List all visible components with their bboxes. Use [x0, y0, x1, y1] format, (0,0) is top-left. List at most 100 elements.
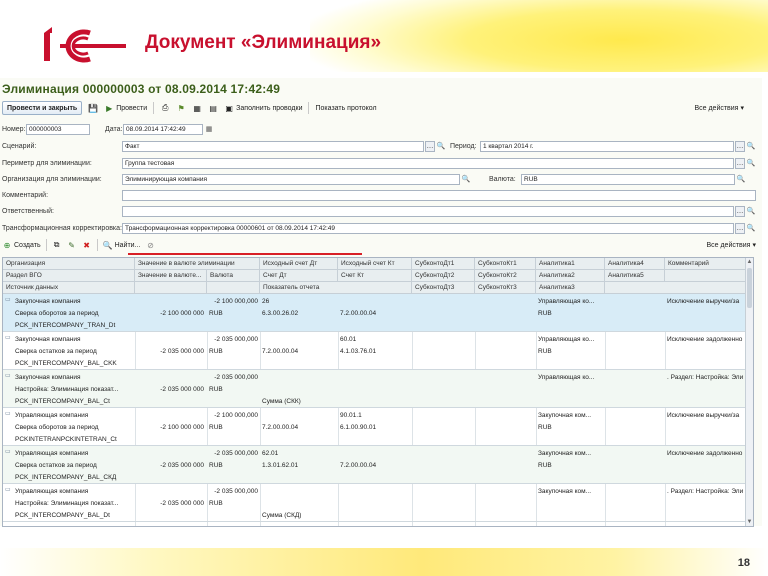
scroll-down-icon[interactable]: ▼: [746, 518, 753, 526]
table-row[interactable]: ▭ Закупочная компания Сверка оборотов за п…: [3, 294, 747, 332]
header-src-dt[interactable]: Исходный счет Дт: [260, 258, 338, 270]
org-label: Организация для элиминации:: [2, 175, 102, 183]
scroll-thumb[interactable]: [747, 268, 752, 308]
cell-src-kt: [338, 371, 412, 383]
table-row[interactable]: ▭ Управляющая компания Настройка: Элиминац…: [3, 484, 747, 522]
header-acc-dt[interactable]: Счет Дт: [260, 270, 338, 282]
cell-an3: [536, 509, 605, 521]
cell-acc-dt: [260, 497, 338, 509]
dropdown-arrow-icon: ▾: [752, 242, 756, 249]
cell-acc-dt: 7.2.00.00.04: [262, 423, 299, 431]
cancel-search-icon[interactable]: ⊘: [145, 240, 155, 250]
header-section[interactable]: Раздел ВГО: [3, 270, 135, 282]
edit-icon[interactable]: ✎: [67, 240, 77, 250]
date-field[interactable]: 08.09.2014 17:42:49: [123, 123, 203, 135]
create-button[interactable]: ⊕ Создать: [2, 240, 41, 250]
transform-select-button[interactable]: …: [735, 222, 745, 234]
dt-kt-icon[interactable]: ▦: [192, 103, 202, 113]
print-icon[interactable]: ⎙: [160, 103, 170, 113]
cell-an2: RUB: [538, 347, 552, 355]
scenario-open-icon[interactable]: 🔍: [436, 141, 446, 152]
header-subconto-dt1[interactable]: СубконтоДт1: [412, 258, 475, 270]
cell-section: Сверка остатков за период: [15, 461, 97, 469]
scenario-row: Сценарий: Факт … 🔍 Период: 1 квартал 201…: [2, 140, 756, 152]
transform-open-icon[interactable]: 🔍: [746, 223, 756, 234]
show-protocol-button[interactable]: Показать протокол: [315, 105, 376, 112]
all-actions-menu[interactable]: Все действия ▾: [694, 104, 744, 113]
cell-an1: Закупочная ком...: [538, 449, 592, 457]
fill-entries-button[interactable]: ▣ Заполнить проводки: [224, 103, 302, 113]
header-analytics1[interactable]: Аналитика1: [536, 258, 605, 270]
period-select-button[interactable]: …: [735, 140, 745, 152]
header-analytics5[interactable]: Аналитика5: [605, 270, 665, 282]
table-row[interactable]: ▭ Управляющая компания Сверка остатков за …: [3, 446, 747, 484]
transform-field[interactable]: Трансформационная корректировка 00000601…: [122, 222, 734, 234]
perimeter-field[interactable]: Группа тестовая: [122, 157, 734, 169]
header-analytics2[interactable]: Аналитика2: [536, 270, 605, 282]
copy-icon[interactable]: ⧉: [52, 240, 62, 250]
delete-icon[interactable]: ✖: [82, 240, 92, 250]
header-subconto-kt1[interactable]: СубконтоКт1: [475, 258, 536, 270]
header-value-cur[interactable]: Значение в валюте...: [135, 270, 207, 282]
window-title: Элиминация 000000003 от 08.09.2014 17:42…: [2, 82, 281, 96]
post-button[interactable]: ▶ Провести: [104, 103, 147, 113]
org-open-icon[interactable]: 🔍: [461, 174, 471, 185]
header-value-elim[interactable]: Значение в валюте элиминации: [135, 258, 260, 270]
cell-an1: Закупочная ком...: [538, 487, 592, 495]
header-subconto-dt3[interactable]: СубконтоДт3: [412, 282, 475, 294]
report-icon[interactable]: ▤: [208, 103, 218, 113]
comment-field[interactable]: [122, 189, 756, 201]
perimeter-select-button[interactable]: …: [735, 157, 745, 169]
header-subconto-dt2[interactable]: СубконтоДт2: [412, 270, 475, 282]
header-subconto-kt3[interactable]: СубконтоКт3: [475, 282, 536, 294]
header-source[interactable]: Источник данных: [3, 282, 135, 294]
perimeter-open-icon[interactable]: 🔍: [746, 158, 756, 169]
cell-comment: Исключение выручки/за: [667, 411, 740, 419]
table-scrollbar[interactable]: ▲ ▼: [745, 258, 753, 526]
responsible-select-button[interactable]: …: [735, 205, 745, 217]
post-button-label: Провести: [116, 104, 148, 112]
header-subconto-kt2[interactable]: СубконтоКт2: [475, 270, 536, 282]
find-button[interactable]: 🔍 Найти...: [103, 240, 141, 250]
header-src-kt[interactable]: Исходный счет Кт: [338, 258, 412, 270]
header-comment[interactable]: Комментарий: [665, 258, 747, 270]
number-field[interactable]: 000000003: [26, 123, 90, 135]
cell-an3: [536, 357, 605, 369]
header-organization[interactable]: Организация: [3, 258, 135, 270]
header-acc-kt[interactable]: Счет Кт: [338, 270, 412, 282]
cell-indicator: [260, 319, 410, 331]
table-row[interactable]: ▭ Управляющая компания Сверка оборотов за …: [3, 408, 747, 446]
table-row[interactable]: ▭ Закупочная компания Настройка: Элиминаци…: [3, 370, 747, 408]
period-open-icon[interactable]: 🔍: [746, 141, 756, 152]
dropdown-arrow-icon: ▾: [740, 105, 744, 112]
period-field[interactable]: 1 квартал 2014 г.: [480, 140, 734, 152]
currency-field[interactable]: RUB: [521, 173, 735, 185]
scroll-up-icon[interactable]: ▲: [746, 258, 753, 266]
header-analytics4[interactable]: Аналитика4: [605, 258, 665, 270]
header-indicator[interactable]: Показатель отчета: [260, 282, 412, 294]
currency-open-icon[interactable]: 🔍: [736, 174, 746, 185]
table-all-actions-menu[interactable]: Все действия ▾: [706, 241, 756, 250]
responsible-field[interactable]: [122, 205, 734, 217]
footer-highlight: [0, 548, 768, 576]
cell-acc-kt: [338, 383, 412, 395]
cell-an2: RUB: [538, 461, 552, 469]
table-row[interactable]: ▭ Закупочная компания Сверка остатков за п…: [3, 332, 747, 370]
cell-an1: Управляющая ко...: [538, 335, 595, 343]
scenario-select-button[interactable]: …: [425, 140, 435, 152]
header-currency[interactable]: Валюта: [207, 270, 260, 282]
transform-row: Трансформационная корректировка: Трансфо…: [2, 222, 756, 234]
structure-icon[interactable]: ⚑: [176, 103, 186, 113]
responsible-label: Ответственный:: [2, 207, 54, 215]
calendar-icon[interactable]: ▦: [204, 124, 214, 135]
header-empty: [605, 282, 747, 294]
scenario-field[interactable]: Факт: [122, 140, 424, 152]
cell-value-elim: -2 035 000,000: [214, 449, 258, 457]
header-analytics3[interactable]: Аналитика3: [536, 282, 605, 294]
cell-src-dt: [260, 333, 338, 345]
responsible-open-icon[interactable]: 🔍: [746, 206, 756, 217]
save-icon[interactable]: 💾: [88, 103, 98, 113]
org-field[interactable]: Элиминирующая компания: [122, 173, 460, 185]
cell-org: Управляющая компания: [15, 449, 89, 457]
post-and-close-button[interactable]: Провести и закрыть: [2, 101, 83, 115]
